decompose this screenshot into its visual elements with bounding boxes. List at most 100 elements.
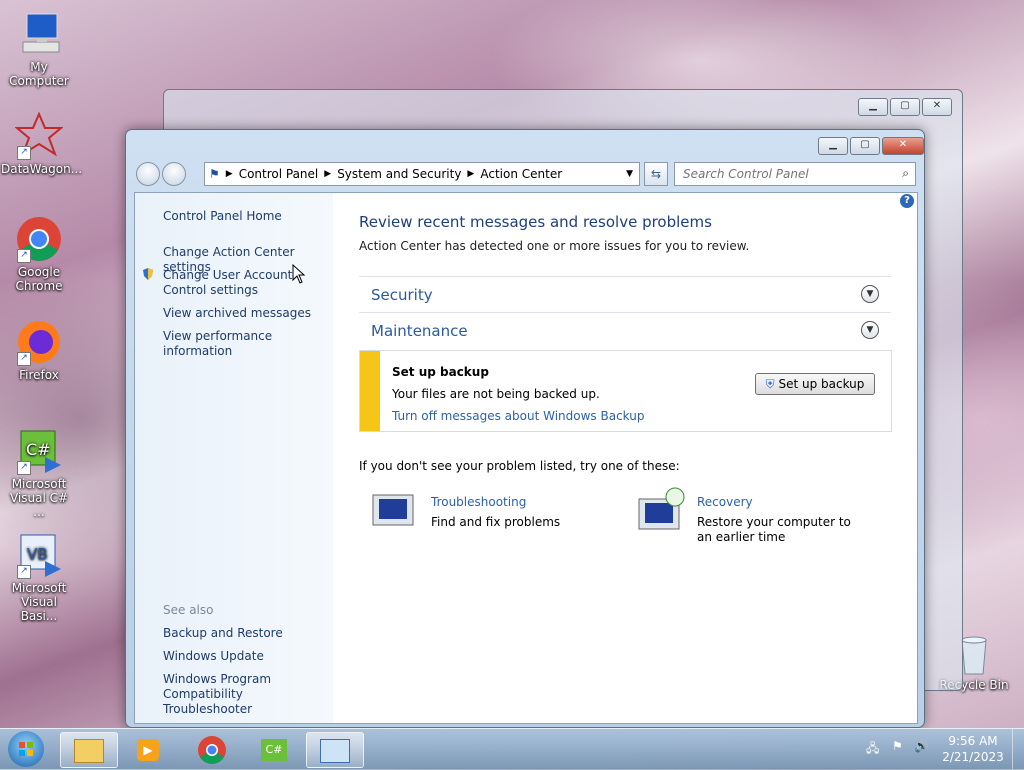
address-dropdown-icon[interactable]: ▼ xyxy=(626,169,633,179)
close-icon[interactable]: ✕ xyxy=(922,98,952,116)
see-also-windows-update[interactable]: Windows Update xyxy=(163,649,264,664)
maximize-button[interactable]: ▢ xyxy=(850,137,880,155)
section-security-title: Security xyxy=(371,286,433,304)
desktop-icon-firefox[interactable]: ↗ Firefox xyxy=(1,318,77,382)
main-pane: Review recent messages and resolve probl… xyxy=(333,193,917,723)
recovery-tool[interactable]: Recovery Restore your computer to an ear… xyxy=(637,487,897,547)
help-icon[interactable]: ? xyxy=(900,194,914,208)
media-player-icon: ▶ xyxy=(137,738,159,761)
taskbar-explorer[interactable] xyxy=(60,732,118,768)
chrome-icon xyxy=(198,735,226,764)
sidebar-control-panel-home[interactable]: Control Panel Home xyxy=(163,209,282,224)
volume-icon[interactable]: 🔊 xyxy=(914,739,929,753)
breadcrumb-control-panel[interactable]: Control Panel xyxy=(239,167,319,181)
warning-severity-bar xyxy=(360,351,380,431)
action-center-flag-icon[interactable]: ⚑ xyxy=(892,739,903,753)
svg-text:VB: VB xyxy=(27,545,48,563)
clock[interactable]: 9:56 AM 2/21/2023 xyxy=(940,733,1006,765)
taskbar-media-player[interactable]: ▶ xyxy=(120,732,176,766)
sidebar-view-performance-information[interactable]: View performance information xyxy=(163,329,333,359)
section-security[interactable]: Security ▼ xyxy=(359,276,891,312)
desktop-icon-label: Firefox xyxy=(19,368,59,382)
troubleshooting-tool[interactable]: Troubleshooting Find and fix problems xyxy=(371,491,611,535)
desktop-icon-label: Microsoft Visual Basi... xyxy=(11,581,67,623)
desktop-icon-visual-csharp[interactable]: C# ↗ Microsoft Visual C# ... xyxy=(1,427,77,519)
troubleshooting-icon xyxy=(371,491,415,529)
desktop-icon-label: Microsoft Visual C# ... xyxy=(9,477,69,519)
maximize-icon[interactable]: ▢ xyxy=(890,98,920,116)
background-window-caption-buttons: ▁ ▢ ✕ xyxy=(858,98,952,116)
see-also-compatibility-troubleshooter[interactable]: Windows Program Compatibility Troublesho… xyxy=(163,672,329,717)
address-bar[interactable]: ⚑ ▶ Control Panel ▶ System and Security … xyxy=(204,162,640,186)
minimize-button[interactable]: ▁ xyxy=(818,137,848,155)
search-input[interactable] xyxy=(681,166,885,182)
chevron-down-icon[interactable]: ▼ xyxy=(861,321,879,339)
set-up-backup-label: Set up backup xyxy=(778,377,865,391)
back-button[interactable] xyxy=(136,162,160,186)
uac-shield-icon xyxy=(141,267,155,281)
firefox-icon: ↗ xyxy=(15,318,63,366)
folder-icon xyxy=(74,738,104,763)
recovery-title[interactable]: Recovery xyxy=(697,495,753,509)
clock-time: 9:56 AM xyxy=(948,734,998,748)
taskbar-control-panel[interactable] xyxy=(306,732,364,768)
action-center-window[interactable]: ▁ ▢ ✕ ⚑ ▶ Control Panel ▶ System and Sec… xyxy=(125,129,925,728)
turn-off-backup-messages-link[interactable]: Turn off messages about Windows Backup xyxy=(392,409,644,423)
breadcrumb-separator-icon: ▶ xyxy=(324,169,332,179)
shortcut-arrow-icon: ↗ xyxy=(17,352,31,366)
desktop-icon-label: My Computer xyxy=(9,60,69,88)
desktop-icon-google-chrome[interactable]: ↗ Google Chrome xyxy=(1,215,77,293)
shortcut-arrow-icon: ↗ xyxy=(17,461,31,475)
breadcrumb-system-security[interactable]: System and Security xyxy=(337,167,461,181)
csharp-icon: C# xyxy=(261,738,287,761)
troubleshooting-title[interactable]: Troubleshooting xyxy=(431,495,526,509)
shortcut-arrow-icon: ↗ xyxy=(17,146,31,160)
see-also-heading: See also xyxy=(163,603,214,617)
chevron-down-icon[interactable]: ▼ xyxy=(861,285,879,303)
see-also-backup-restore[interactable]: Backup and Restore xyxy=(163,626,283,641)
start-button[interactable] xyxy=(8,731,44,767)
message-title: Set up backup xyxy=(392,365,489,379)
visual-basic-icon: VB ↗ xyxy=(15,531,63,579)
refresh-button[interactable]: ⇆ xyxy=(644,162,668,186)
forward-button[interactable] xyxy=(162,162,186,186)
mouse-cursor-icon xyxy=(292,263,306,287)
search-box: ⌕ xyxy=(674,162,916,186)
uac-shield-icon: ⛨ xyxy=(765,377,775,391)
datawagon-icon: ↗ xyxy=(14,111,64,160)
svg-text:C#: C# xyxy=(26,440,51,459)
desktop-icon-my-computer[interactable]: My Computer xyxy=(1,10,77,88)
csharp-icon: C# ↗ xyxy=(15,427,63,475)
desktop-icon-datawagon[interactable]: ↗ DataWagon... xyxy=(1,111,83,176)
show-desktop-button[interactable] xyxy=(1012,729,1024,769)
backup-message: Set up backup Your files are not being b… xyxy=(359,350,892,432)
desktop-icon-label: Google Chrome xyxy=(15,265,63,293)
window-caption-buttons: ▁ ▢ ✕ xyxy=(818,137,924,155)
set-up-backup-button[interactable]: ⛨ Set up backup xyxy=(755,373,875,395)
page-subtitle: Action Center has detected one or more i… xyxy=(359,239,750,253)
breadcrumb-separator-icon: ▶ xyxy=(225,169,233,179)
windows-logo-icon xyxy=(19,742,33,756)
sidebar-view-archived-messages[interactable]: View archived messages xyxy=(163,306,311,321)
taskbar-visual-csharp[interactable]: C# xyxy=(246,732,302,766)
desktop-icon-visual-basic[interactable]: VB ↗ Microsoft Visual Basi... xyxy=(1,531,77,623)
desktop-icon-label: DataWagon... xyxy=(1,162,83,176)
clock-date: 2/21/2023 xyxy=(942,750,1004,764)
taskbar-chrome[interactable] xyxy=(184,732,240,766)
flag-icon: ⚑ xyxy=(209,167,220,181)
computer-icon xyxy=(15,10,63,58)
shortcut-arrow-icon: ↗ xyxy=(17,565,31,579)
network-icon[interactable]: 🖧 xyxy=(866,739,879,760)
minimize-icon[interactable]: ▁ xyxy=(858,98,888,116)
chrome-icon: ↗ xyxy=(15,215,63,263)
recovery-desc: Restore your computer to an earlier time xyxy=(697,515,851,544)
close-button[interactable]: ✕ xyxy=(882,137,924,155)
try-these-text: If you don't see your problem listed, tr… xyxy=(359,459,680,473)
control-panel-icon xyxy=(320,738,350,763)
breadcrumb-action-center[interactable]: Action Center xyxy=(480,167,562,181)
section-maintenance[interactable]: Maintenance ▼ xyxy=(359,312,891,348)
taskbar: ▶ C# 🖧 ⚑ 🔊 9:56 AM 2/21/2023 xyxy=(0,728,1024,769)
search-icon[interactable]: ⌕ xyxy=(902,166,909,181)
page-title: Review recent messages and resolve probl… xyxy=(359,213,712,231)
shortcut-arrow-icon: ↗ xyxy=(17,249,31,263)
